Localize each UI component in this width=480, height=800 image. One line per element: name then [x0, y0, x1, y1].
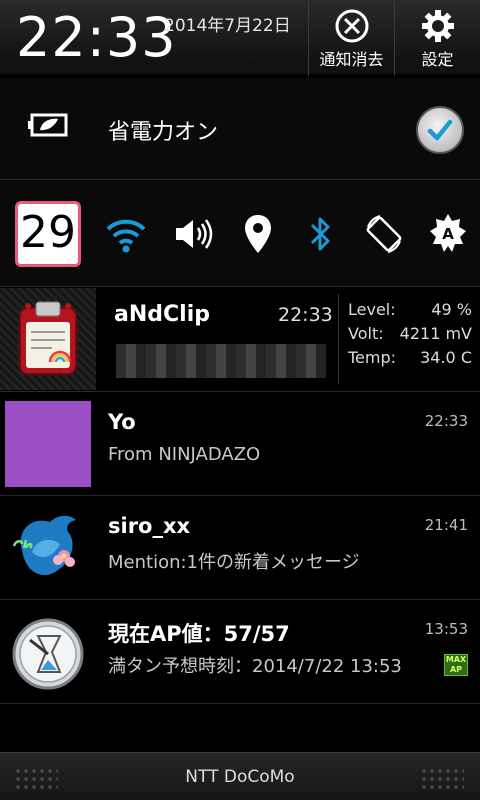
battery-temp-stat: Temp: 34.0 C	[348, 348, 472, 367]
notification-andclip[interactable]: aNdClip 22:33 Level: 49 % Volt: 4211 mV …	[0, 288, 480, 392]
notification-title: siro_xx	[108, 514, 191, 538]
hourglass-clock-icon	[12, 618, 84, 690]
notification-subtitle: From NINJADAZO	[108, 444, 261, 465]
notification-header: 22:33 2014年7月22日 通知消去 設定	[0, 0, 480, 76]
auto-brightness-icon[interactable]: A	[426, 211, 470, 257]
quick-settings-bar: 29 A	[0, 181, 480, 287]
power-saver-battery-icon	[28, 113, 68, 137]
stat-value: 4211 mV	[399, 324, 472, 343]
location-icon[interactable]	[236, 211, 280, 257]
obscured-content	[116, 344, 326, 378]
yo-app-icon	[5, 401, 91, 487]
clear-label: 通知消去	[319, 50, 384, 69]
notification-siro[interactable]: siro_xx Mention:1件の新着メッセージ 21:41	[0, 496, 480, 600]
divider	[338, 294, 339, 384]
notification-time: 22:33	[278, 304, 333, 326]
date-text: 2014年7月22日	[164, 16, 291, 36]
settings-label: 設定	[421, 50, 454, 69]
clear-notifications-button[interactable]: 通知消去	[308, 0, 394, 76]
andclip-icon-bg	[0, 288, 96, 390]
notification-ap[interactable]: 現在AP値：57/57 満タン予想時刻：2014/7/22 13:53 13:5…	[0, 600, 480, 704]
power-saver-row[interactable]: 省電力オン	[0, 78, 480, 180]
notification-title: 現在AP値：57/57	[108, 622, 290, 646]
stat-label: Temp:	[348, 348, 397, 367]
clock: 22:33	[16, 6, 177, 69]
battery-volt-stat: Volt: 4211 mV	[348, 324, 472, 343]
notification-subtitle: Mention:1件の新着メッセージ	[108, 552, 360, 573]
bluetooth-icon[interactable]	[298, 211, 342, 257]
notification-subtitle: 満タン予想時刻：2014/7/22 13:53	[108, 656, 402, 677]
power-saver-label: 省電力オン	[108, 120, 219, 145]
notification-time: 13:53	[424, 620, 468, 638]
drag-handle-right[interactable]	[420, 767, 464, 789]
notification-title: Yo	[108, 410, 136, 434]
wifi-icon[interactable]	[104, 211, 148, 257]
max-ap-badge: MAX AP	[444, 654, 468, 676]
date-widget[interactable]: 29	[15, 201, 81, 267]
stat-value: 49 %	[431, 300, 472, 319]
stat-value: 34.0 C	[420, 348, 472, 367]
checkmark-icon	[427, 119, 453, 141]
stat-label: Level:	[348, 300, 396, 319]
clipboard-icon	[19, 301, 77, 375]
notification-title: aNdClip	[114, 302, 210, 327]
notification-time: 22:33	[424, 412, 468, 430]
battery-level-stat: Level: 49 %	[348, 300, 472, 319]
gear-icon	[421, 10, 454, 42]
notification-yo[interactable]: Yo From NINJADAZO 22:33	[0, 392, 480, 496]
volume-icon[interactable]	[170, 211, 214, 257]
auto-brightness-letter: A	[442, 225, 454, 243]
bird-app-icon	[12, 515, 76, 576]
close-circle-icon	[335, 9, 368, 43]
power-saver-checkbox[interactable]	[416, 106, 464, 154]
carrier-name: NTT DoCoMo	[185, 767, 295, 787]
stat-label: Volt:	[348, 324, 384, 343]
auto-rotate-icon[interactable]	[362, 211, 406, 257]
settings-button[interactable]: 設定	[394, 0, 480, 76]
carrier-footer: NTT DoCoMo	[0, 752, 480, 800]
notification-time: 21:41	[424, 516, 468, 534]
